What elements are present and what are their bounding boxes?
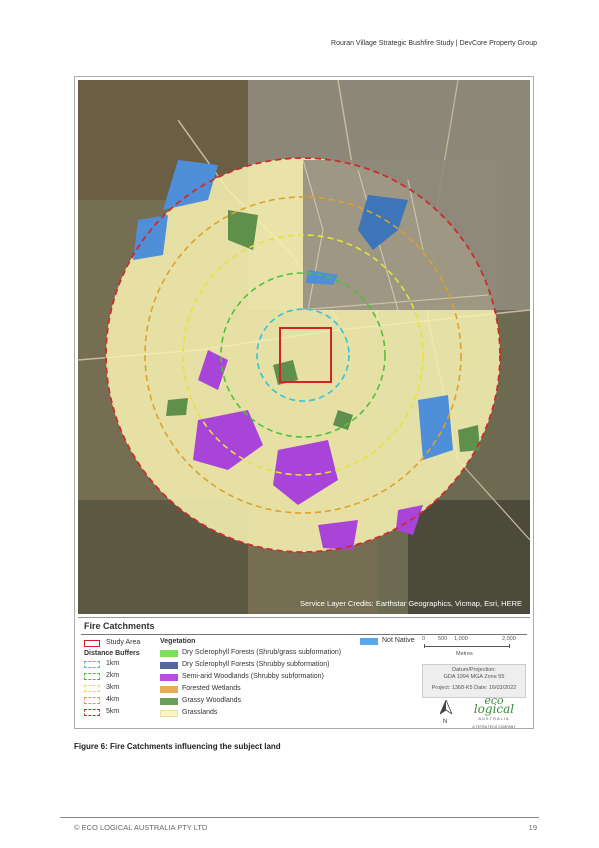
figure-caption: Figure 6: Fire Catchments influencing th… (74, 742, 281, 751)
buffer-5km-label: 5km (106, 708, 120, 715)
logo-logical: logical (473, 702, 515, 716)
scale-tick-0: 0 (422, 636, 426, 642)
buffer-3km-symbol (84, 685, 100, 692)
buffer-4km-label: 4km (106, 696, 120, 703)
page-number: 19 (528, 823, 537, 832)
not-native-label: Not Native (382, 637, 415, 644)
veg-semiarid-swatch (160, 674, 178, 681)
veg-wetlands-label: Forested Wetlands (182, 685, 241, 692)
projection-box: Datum/Projection: GDA 1994 MGA Zone 55 P… (422, 664, 526, 698)
map-view[interactable]: Service Layer Credits: Earthstar Geograp… (78, 80, 530, 614)
buffer-2km-label: 2km (106, 672, 120, 679)
aerial-map-graphic (78, 80, 530, 614)
projection-label: GDA 1994 MGA Zone 55 (443, 674, 505, 680)
buffer-3km-label: 3km (106, 684, 120, 691)
study-area-symbol (84, 640, 100, 647)
veg-grasslands-swatch (160, 710, 178, 717)
eco-logical-logo: eco logical AUSTRALIA A TETRA TECH COMPA… (462, 695, 526, 729)
veg-dsf-shrubby-label: Dry Sclerophyll Forests (Shrubby subform… (182, 661, 330, 668)
map-legend: Fire Catchments Study Area Distance Buff… (78, 617, 530, 729)
vegetation-heading: Vegetation (160, 638, 196, 645)
not-native-swatch (360, 638, 378, 645)
veg-dsf-shrubgrass-label: Dry Sclerophyll Forests (Shrub/grass sub… (182, 649, 342, 656)
veg-grasslands-label: Grasslands (182, 709, 218, 716)
buffer-1km-symbol (84, 661, 100, 668)
map-credits: Service Layer Credits: Earthstar Geograp… (299, 599, 522, 608)
scale-ticks (424, 644, 510, 648)
buffer-5km-symbol (84, 709, 100, 716)
legend-divider (81, 634, 527, 635)
project-date-label: Project: 1368-K5 Date: 16/03/2022 (431, 685, 517, 691)
north-arrow-icon (439, 698, 453, 720)
veg-grassy-woodlands-swatch (160, 698, 178, 705)
scale-tick-500: 500 (438, 636, 448, 642)
veg-wetlands-swatch (160, 686, 178, 693)
footer-copyright: © ECO LOGICAL AUSTRALIA PTY LTD (74, 823, 208, 832)
logo-tagline: A TETRA TECH COMPANY (472, 725, 516, 729)
veg-grassy-woodlands-label: Grassy Woodlands (182, 697, 242, 704)
map-figure: Service Layer Credits: Earthstar Geograp… (74, 76, 534, 729)
veg-dsf-shrubby-swatch (160, 662, 178, 669)
scale-tick-1000: 1,000 (454, 636, 468, 642)
datum-label: Datum/Projection: (452, 667, 496, 673)
veg-semiarid-label: Semi-arid Woodlands (Shrubby subformatio… (182, 673, 324, 680)
north-label: N (443, 719, 448, 725)
study-area-label: Study Area (106, 639, 141, 646)
legend-title: Fire Catchments (84, 621, 155, 631)
buffer-1km-label: 1km (106, 660, 120, 667)
distance-buffers-heading: Distance Buffers (84, 650, 140, 657)
scale-tick-2000: 2,000 (502, 636, 516, 642)
scale-unit: Metres (456, 651, 473, 657)
buffer-4km-symbol (84, 697, 100, 704)
footer-divider (60, 817, 539, 818)
veg-dsf-shrubgrass-swatch (160, 650, 178, 657)
page-header: Rouran Village Strategic Bushfire Study … (331, 40, 537, 47)
buffer-2km-symbol (84, 673, 100, 680)
logo-australia: AUSTRALIA (478, 716, 510, 721)
